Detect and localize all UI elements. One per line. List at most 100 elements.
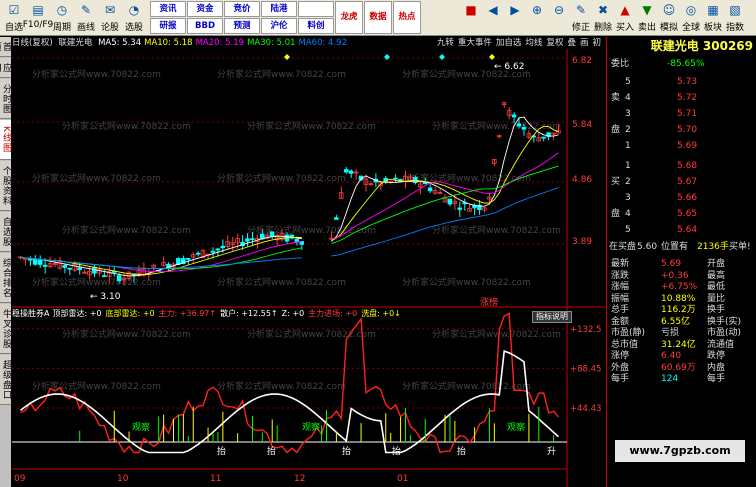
side-tab-3[interactable]: K线图: [0, 120, 11, 160]
sell-label-char: 盘: [611, 125, 621, 135]
stat-value: +0.36: [661, 270, 689, 281]
quick2-button-2[interactable]: 热点: [393, 1, 421, 34]
indicator-value-2: 主力: +36.97↑: [158, 309, 217, 318]
watermark-text: 分析家公式网www.70822.com: [32, 380, 161, 392]
quick2-button-0[interactable]: 龙虎: [335, 1, 363, 34]
indicator-help-button[interactable]: 指标说明: [532, 311, 572, 323]
zoom-in-icon: ⊕: [531, 3, 543, 17]
stat-row: 总市值 31.24亿 流通值: [607, 340, 756, 351]
signal-diamond: [489, 54, 495, 60]
fix-icon: ✎: [575, 3, 587, 17]
candle-body: [195, 252, 201, 255]
candle-body: [185, 258, 191, 260]
sell-row: 卖 4 5.72: [607, 93, 756, 104]
note-suffix: 买单!: [729, 242, 751, 252]
toolbar-button-2[interactable]: ◷ 周期: [50, 0, 74, 36]
buy-row: 3 5.66: [607, 193, 756, 204]
side-tab-4[interactable]: 个股资料: [0, 161, 11, 211]
toolbar-quick-grid: 资讯 资金 竞价 陆港研报 BBD 预测 沪伦 料创: [150, 1, 334, 35]
side-tab-5[interactable]: 自选股: [0, 212, 11, 252]
quick-button-9[interactable]: 料创: [298, 18, 334, 34]
side-tab-0[interactable]: 首页: [0, 37, 11, 57]
side-tab-8[interactable]: 超级盘口: [0, 355, 11, 405]
candle-body: [102, 275, 107, 278]
stat-label-2: 量比: [707, 293, 726, 304]
buy-level: 1: [625, 161, 631, 171]
toolbar-right-button-10[interactable]: ◎ 全球: [680, 0, 702, 36]
toolbar-right-button-6[interactable]: ✖ 删除: [592, 0, 614, 36]
month-label: 01: [397, 474, 408, 484]
toolbar-right-button-5[interactable]: ✎ 修正: [570, 0, 592, 36]
side-tab-2[interactable]: 分时图: [0, 79, 11, 119]
toolbar-right-button-3[interactable]: ⊕: [526, 0, 548, 36]
toolbar-right-button-1[interactable]: ◀: [482, 0, 504, 36]
toolbar-right-button-7[interactable]: ▲ 买入: [614, 0, 636, 36]
toolbar-right-button-12[interactable]: ▧ 指数: [724, 0, 746, 36]
signal-diamond: [439, 54, 445, 60]
candle-body: [215, 248, 221, 251]
candle-body: [62, 265, 68, 268]
weibi-label: 委比: [611, 59, 630, 69]
signal-label: 观察: [132, 421, 150, 433]
toolbar-button-5[interactable]: ◔ 选股: [122, 0, 146, 36]
candle-body: [245, 238, 250, 242]
quick-button-0[interactable]: 资讯: [150, 1, 186, 17]
side-tab-6[interactable]: 综合排名: [0, 253, 11, 303]
stat-row: 涨幅 +6.75% 最低: [607, 282, 756, 293]
candle-body: [77, 267, 82, 271]
ma-line-10: [20, 125, 559, 275]
quick-button-1[interactable]: 资金: [187, 1, 223, 17]
sell-row: 5 5.73: [607, 77, 756, 88]
stat-label-2: 流通值: [707, 339, 735, 350]
toolbar-button-label: 论股: [100, 23, 119, 33]
sell-price: 5.72: [677, 93, 698, 103]
price-axis-label: 6.82: [572, 56, 592, 66]
side-tab-7[interactable]: 牛叉诊股: [0, 304, 11, 354]
toolbar-right-button-9[interactable]: ☺ 模拟: [658, 0, 680, 36]
retail-line: [20, 350, 560, 454]
toolbar-button-label: 全球: [681, 23, 700, 33]
side-tab-1[interactable]: 应用: [0, 58, 11, 78]
stat-label-2: 换手: [707, 305, 726, 315]
stat-label: 总市值: [611, 339, 639, 350]
stat-value: 5.69: [661, 259, 682, 269]
chat-icon: ✉: [104, 3, 116, 17]
candle-body: [210, 250, 216, 253]
main-chart-area[interactable]: 日线(复权) 联建光电 MA5: 5.34 MA10: 5.18 MA20: 5.1…: [12, 37, 605, 487]
red-box-icon: ■: [465, 3, 477, 17]
toolbar-button-4[interactable]: ✉ 论股: [98, 0, 122, 36]
month-label: 10: [117, 474, 129, 484]
stat-label-2: 开盘: [707, 259, 726, 269]
stat-label: 总手: [611, 305, 630, 315]
toolbar-right-button-8[interactable]: ▼ 卖出: [636, 0, 658, 36]
toolbar-right-button-0[interactable]: ■: [460, 0, 482, 36]
candle-body: [457, 207, 462, 210]
quick-button-4[interactable]: [298, 1, 334, 17]
note-prefix: 在买盘: [609, 242, 637, 252]
toolbar-button-0[interactable]: ☑ 自选: [2, 0, 26, 36]
quick-button-8[interactable]: 沪伦: [261, 18, 297, 34]
watermark-text: 分析家公式网www.70822.com: [32, 68, 161, 80]
toolbar-button-3[interactable]: ✎ 画线: [74, 0, 98, 36]
delete-icon: ✖: [597, 3, 609, 17]
quick-button-2[interactable]: 竞价: [224, 1, 260, 17]
toolbar-right-button-2[interactable]: ▶: [504, 0, 526, 36]
buy-row: 5 5.64: [607, 225, 756, 236]
sell-label-char: 卖: [611, 93, 621, 103]
watermark-text: 分析家公式网www.70822.com: [247, 120, 376, 132]
note-volume: 2136手: [697, 242, 729, 252]
toolbar-right-button-11[interactable]: ▦ 板块: [702, 0, 724, 36]
candlestick-chart[interactable]: 6.82 5.84 4.86 3.89 分析家公式网www.70822.com 分析家公式…: [12, 37, 605, 487]
quick-button-6[interactable]: BBD: [187, 18, 223, 34]
bottom-signal-label: 抬: [342, 445, 351, 457]
toolbar-button-1[interactable]: ▤ F10/F9: [23, 0, 54, 36]
watermark-text: 分析家公式网www.70822.com: [432, 120, 561, 132]
quick-button-7[interactable]: 预测: [224, 18, 260, 34]
toolbar-right-button-4[interactable]: ⊖: [548, 0, 570, 36]
quick-button-5[interactable]: 研报: [150, 18, 186, 34]
candle-body: [220, 245, 226, 249]
stat-label: 涨停: [611, 351, 630, 361]
candle-body: [269, 231, 275, 237]
quick-button-3[interactable]: 陆港: [261, 1, 297, 17]
quick2-button-1[interactable]: 数据: [364, 1, 392, 34]
